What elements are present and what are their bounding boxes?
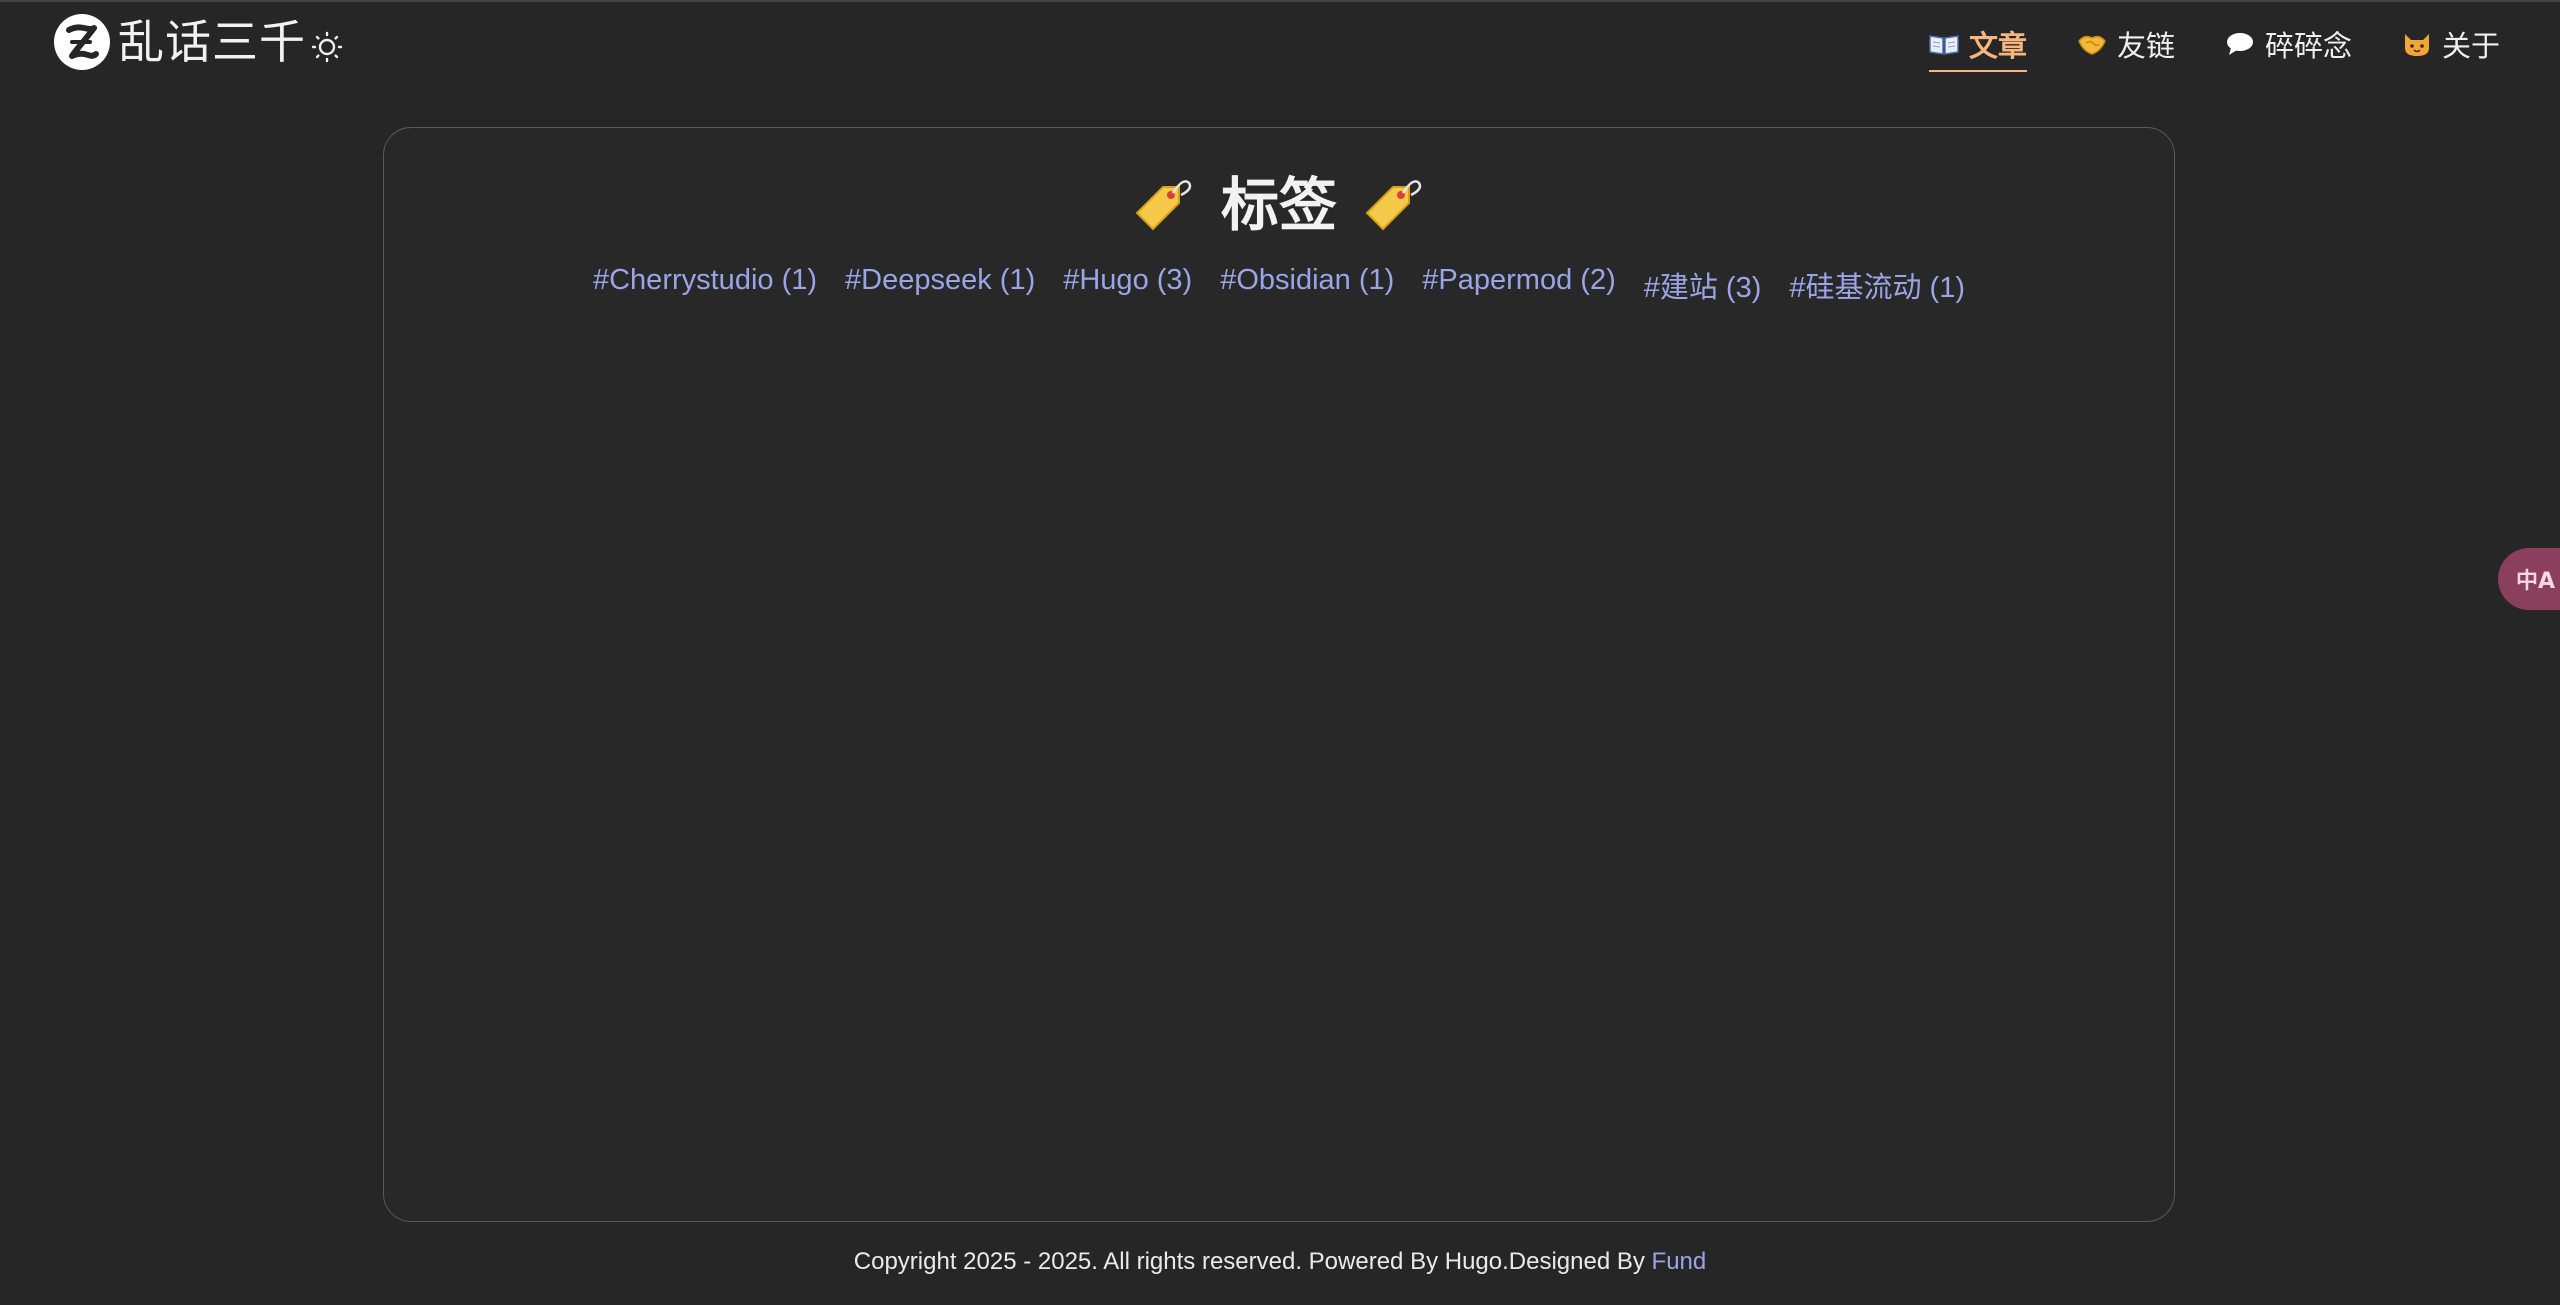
tag-link-papermod[interactable]: #Papermod (2)	[1422, 264, 1615, 306]
translate-icon: 中A	[2516, 569, 2556, 594]
sun-icon[interactable]	[310, 30, 344, 64]
page-title: 标签	[384, 158, 2174, 242]
nav-item-articles[interactable]: 文章	[1928, 22, 2027, 72]
nav-item-label: 文章	[1968, 29, 2027, 63]
site-title: 乱话三千	[118, 15, 306, 69]
site-logo-link[interactable]: 乱话三千	[54, 14, 306, 70]
footer-copyright: Copyright 2025 - 2025. All rights reserv…	[853, 1248, 1652, 1275]
label-tag-icon	[1363, 169, 1425, 231]
tags-card: 标签 #Cherrystudio (1) #Deepseek (1) #Hugo…	[383, 127, 2175, 1222]
site-footer: Copyright 2025 - 2025. All rights reserv…	[0, 1248, 2560, 1276]
main-nav: 文章 友链 碎碎念 关于	[1879, 22, 2500, 72]
nav-item-thoughts[interactable]: 碎碎念	[2225, 22, 2352, 66]
z-logo-icon	[54, 14, 110, 70]
tag-link-deepseek[interactable]: #Deepseek (1)	[845, 264, 1035, 306]
page-title-text: 标签	[1220, 171, 1337, 239]
nav-item-label: 关于	[2441, 29, 2500, 63]
open-book-icon	[1929, 29, 1959, 59]
tag-link-hugo[interactable]: #Hugo (3)	[1063, 264, 1192, 306]
nav-item-label: 碎碎念	[2264, 29, 2352, 63]
site-header: 乱话三千 文章 友链 碎碎念 关于	[0, 0, 2560, 90]
nav-item-label: 友链	[2116, 29, 2175, 63]
nav-item-about[interactable]: 关于	[2402, 22, 2500, 66]
tag-list: #Cherrystudio (1) #Deepseek (1) #Hugo (3…	[384, 264, 2174, 306]
tag-link-obsidian[interactable]: #Obsidian (1)	[1220, 264, 1394, 306]
tag-link-cherrystudio[interactable]: #Cherrystudio (1)	[593, 264, 817, 306]
tag-link-siliconflow[interactable]: #硅基流动 (1)	[1789, 264, 1965, 306]
speech-bubble-icon	[2225, 29, 2255, 59]
translate-button[interactable]: 中A	[2498, 548, 2560, 610]
tag-link-site-building[interactable]: #建站 (3)	[1644, 264, 1762, 306]
label-tag-icon	[1133, 169, 1195, 231]
nav-item-friend-links[interactable]: 友链	[2077, 22, 2175, 66]
footer-designer-link[interactable]: Fund	[1652, 1248, 1707, 1275]
handshake-icon	[2077, 29, 2107, 59]
cat-face-icon	[2402, 29, 2432, 59]
